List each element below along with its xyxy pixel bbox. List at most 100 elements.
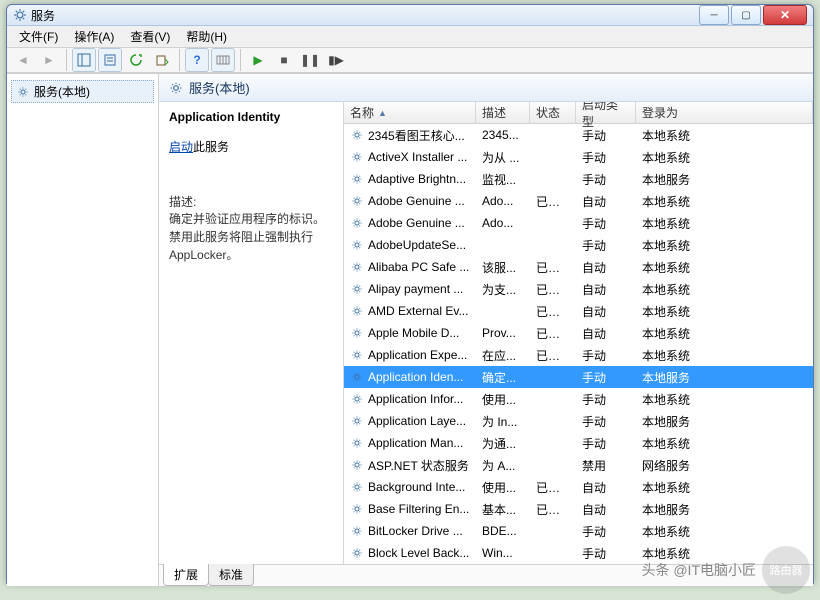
cell-description: 为 A...: [476, 457, 530, 474]
cell-status: 已启动: [530, 193, 576, 210]
table-row[interactable]: Application Infor...使用...手动本地系统: [344, 388, 813, 410]
cell-name: Alipay payment ...: [368, 282, 463, 296]
cell-description: 为 In...: [476, 413, 530, 430]
gear-icon: [350, 304, 364, 318]
table-row[interactable]: ActiveX Installer ...为从 ...手动本地系统: [344, 146, 813, 168]
table-row[interactable]: Application Man...为通...手动本地系统: [344, 432, 813, 454]
table-row[interactable]: Alipay payment ...为支...已启动自动本地系统: [344, 278, 813, 300]
cell-name: 2345看图王核心...: [368, 127, 465, 144]
gear-icon: [350, 524, 364, 538]
cell-logon: 网络服务: [636, 457, 809, 474]
gear-icon: [350, 216, 364, 230]
cell-description: 在应...: [476, 347, 530, 364]
back-button[interactable]: ◄: [11, 48, 35, 72]
cell-logon: 本地系统: [636, 479, 809, 496]
cell-description: 使用...: [476, 479, 530, 496]
cell-status: 已启动: [530, 259, 576, 276]
help-button[interactable]: ?: [185, 48, 209, 72]
service-list: 名称▲ 描述 状态 启动类型 登录为 2345看图王核心... 2345... 手动…: [343, 102, 813, 564]
main-pane: 服务(本地) Application Identity 启动此服务 描述: 确定…: [159, 74, 813, 586]
cell-startup: 手动: [576, 171, 636, 188]
table-row[interactable]: Application Expe...在应...已启动手动本地系统: [344, 344, 813, 366]
cell-logon: 本地系统: [636, 435, 809, 452]
rows-container[interactable]: 2345看图王核心...2345...手动本地系统ActiveX Install…: [344, 124, 813, 564]
watermark: 头条 @IT电脑小匠 路由器: [641, 546, 810, 594]
cell-name: Application Infor...: [368, 392, 463, 406]
close-button[interactable]: ✕: [763, 5, 807, 25]
cell-description: 为从 ...: [476, 149, 530, 166]
header-description[interactable]: 描述: [476, 102, 530, 123]
services-window: 服务 ─ ▢ ✕ 文件(F) 操作(A) 查看(V) 帮助(H) ◄ ► ? ▶…: [6, 4, 814, 584]
tab-standard[interactable]: 标准: [208, 564, 254, 586]
start-service-line: 启动此服务: [169, 138, 333, 155]
menu-help[interactable]: 帮助(H): [178, 26, 235, 47]
cell-description: 2345...: [476, 128, 530, 142]
description-text: 确定并验证应用程序的标识。禁用此服务将阻止强制执行 AppLocker。: [169, 210, 333, 264]
table-row[interactable]: BitLocker Drive ...BDE...手动本地系统: [344, 520, 813, 542]
table-row[interactable]: ASP.NET 状态服务为 A...禁用网络服务: [344, 454, 813, 476]
pause-service-button[interactable]: ❚❚: [298, 48, 322, 72]
gear-icon: [350, 392, 364, 406]
properties-button[interactable]: [98, 48, 122, 72]
minimize-button[interactable]: ─: [699, 5, 729, 25]
toolbar-extra-button[interactable]: [211, 48, 235, 72]
nav-services-local[interactable]: 服务(本地): [11, 80, 154, 103]
titlebar[interactable]: 服务 ─ ▢ ✕: [7, 5, 813, 26]
menubar: 文件(F) 操作(A) 查看(V) 帮助(H): [7, 26, 813, 48]
table-row[interactable]: Application Laye...为 In...手动本地服务: [344, 410, 813, 432]
cell-status: 已启动: [530, 347, 576, 364]
category-bar: 服务(本地): [159, 74, 813, 102]
menu-view[interactable]: 查看(V): [122, 26, 178, 47]
table-row[interactable]: Base Filtering En...基本...已启动自动本地服务: [344, 498, 813, 520]
header-logon[interactable]: 登录为: [636, 102, 813, 123]
tab-extended[interactable]: 扩展: [163, 564, 209, 586]
cell-startup: 自动: [576, 479, 636, 496]
table-row[interactable]: Background Inte...使用...已启动自动本地系统: [344, 476, 813, 498]
maximize-button[interactable]: ▢: [731, 5, 761, 25]
cell-startup: 自动: [576, 303, 636, 320]
start-suffix: 此服务: [193, 140, 229, 154]
navigation-pane: 服务(本地): [7, 74, 159, 586]
cell-name: AdobeUpdateSe...: [368, 238, 466, 252]
info-pane: Application Identity 启动此服务 描述: 确定并验证应用程序…: [159, 102, 343, 564]
header-status[interactable]: 状态: [530, 102, 576, 123]
show-hide-tree-button[interactable]: [72, 48, 96, 72]
cell-logon: 本地系统: [636, 193, 809, 210]
separator: [66, 49, 67, 71]
toolbar: ◄ ► ? ▶ ■ ❚❚ ▮▶: [7, 48, 813, 73]
cell-logon: 本地系统: [636, 127, 809, 144]
table-row[interactable]: Application Iden...确定...手动本地服务: [344, 366, 813, 388]
table-row[interactable]: Adobe Genuine ...Ado...已启动自动本地系统: [344, 190, 813, 212]
cell-name: BitLocker Drive ...: [368, 524, 463, 538]
header-startup[interactable]: 启动类型: [576, 102, 636, 123]
refresh-button[interactable]: [124, 48, 148, 72]
cell-startup: 自动: [576, 325, 636, 342]
table-row[interactable]: Adobe Genuine ...Ado...手动本地系统: [344, 212, 813, 234]
table-row[interactable]: Alibaba PC Safe ...该服...已启动自动本地系统: [344, 256, 813, 278]
cell-logon: 本地系统: [636, 391, 809, 408]
header-name[interactable]: 名称▲: [344, 102, 476, 123]
export-button[interactable]: [150, 48, 174, 72]
table-row[interactable]: 2345看图王核心...2345...手动本地系统: [344, 124, 813, 146]
table-row[interactable]: AdobeUpdateSe...手动本地系统: [344, 234, 813, 256]
restart-service-button[interactable]: ▮▶: [324, 48, 348, 72]
table-row[interactable]: AMD External Ev...已启动自动本地系统: [344, 300, 813, 322]
gear-icon: [169, 81, 183, 95]
cell-description: Win...: [476, 546, 530, 560]
start-service-button[interactable]: ▶: [246, 48, 270, 72]
table-row[interactable]: Apple Mobile D...Prov...已启动自动本地系统: [344, 322, 813, 344]
table-row[interactable]: Adaptive Brightn...监视...手动本地服务: [344, 168, 813, 190]
forward-button[interactable]: ►: [37, 48, 61, 72]
gear-icon: [350, 326, 364, 340]
cell-startup: 自动: [576, 259, 636, 276]
stop-service-button[interactable]: ■: [272, 48, 296, 72]
menu-action[interactable]: 操作(A): [66, 26, 122, 47]
cell-startup: 自动: [576, 193, 636, 210]
start-link[interactable]: 启动: [169, 140, 193, 154]
nav-label: 服务(本地): [34, 83, 90, 100]
cell-description: 监视...: [476, 171, 530, 188]
menu-file[interactable]: 文件(F): [11, 26, 66, 47]
cell-name: Apple Mobile D...: [368, 326, 459, 340]
gear-icon: [350, 260, 364, 274]
gear-icon: [350, 414, 364, 428]
